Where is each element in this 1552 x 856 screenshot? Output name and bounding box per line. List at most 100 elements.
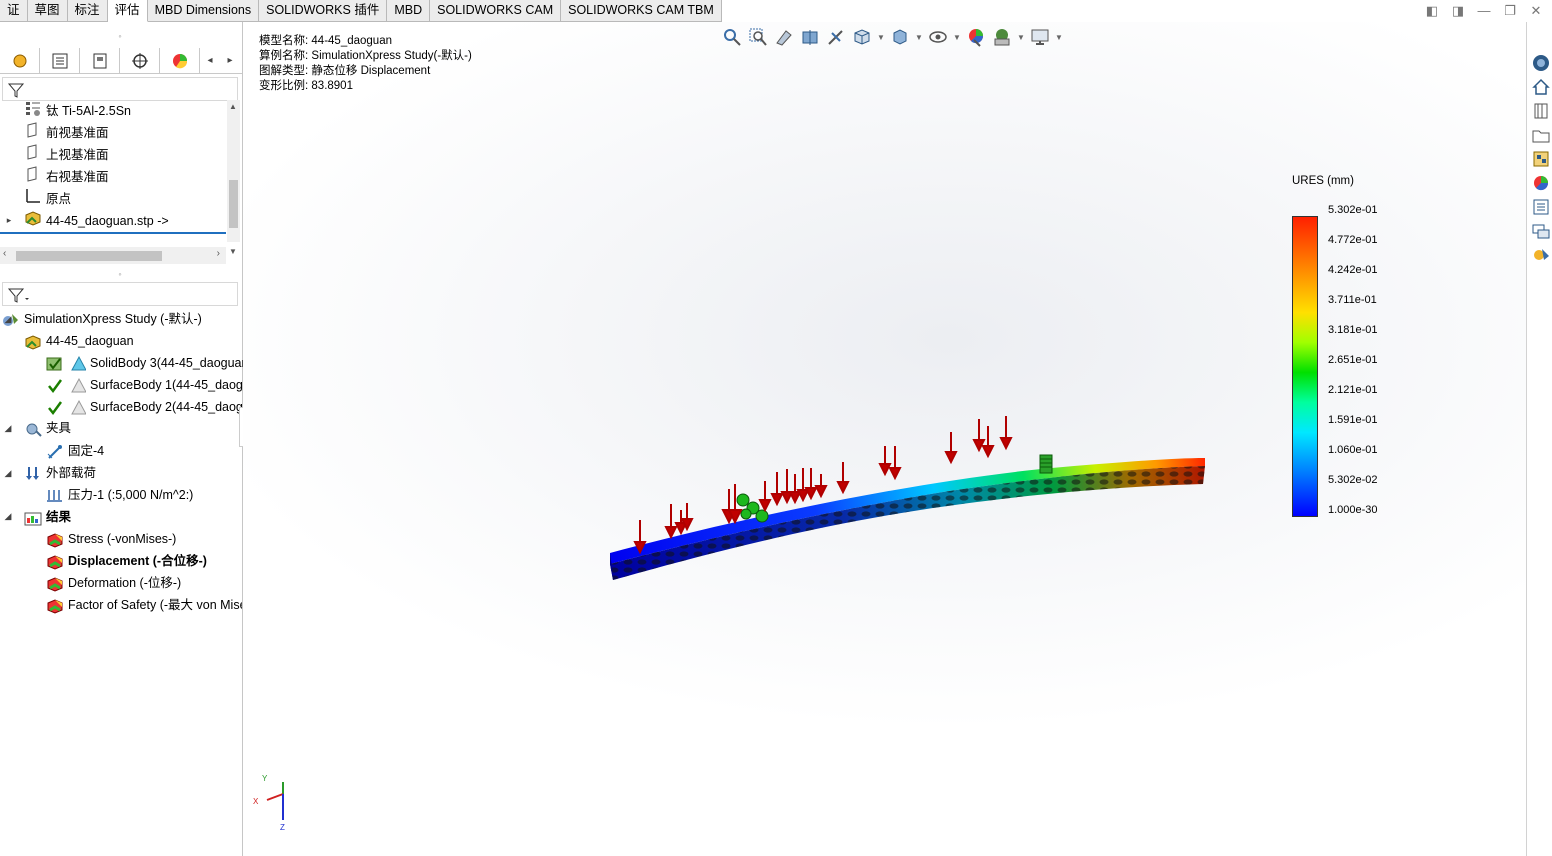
sim-filter[interactable] bbox=[2, 282, 238, 306]
result-stress[interactable]: Stress (-vonMises-) bbox=[46, 528, 176, 550]
fixtures-icon bbox=[26, 423, 42, 437]
legend-label: 1.591e-01 bbox=[1328, 414, 1378, 426]
displacement-plot-model[interactable] bbox=[243, 22, 1526, 856]
tab-5[interactable]: SOLIDWORKS 插件 bbox=[259, 0, 388, 22]
body-item-3[interactable]: SurfaceBody 2(44-45_daogu bbox=[46, 396, 250, 418]
part-item[interactable]: 44-45_daoguan bbox=[24, 330, 134, 352]
expand-part-icon[interactable]: ◢ bbox=[3, 314, 13, 325]
tree-horizontal-scrollbar[interactable]: ‹ › bbox=[0, 247, 226, 264]
resources-icon[interactable] bbox=[1530, 52, 1551, 73]
left-panel: ◦ ◂ ▸ 钛 Ti-5Al-2.5Sn 前视基准面 上视基准面 右视基准面 原点 44-… bbox=[0, 22, 250, 856]
result-plot-icon bbox=[47, 533, 63, 548]
feature-tree-item[interactable]: 上视基准面 bbox=[24, 144, 109, 166]
filter-icon bbox=[7, 288, 29, 303]
tab-8[interactable]: SOLIDWORKS CAM TBM bbox=[561, 0, 722, 22]
close-icon[interactable]: ✕ bbox=[1528, 3, 1544, 19]
tree-vertical-scrollbar[interactable]: ▲ ▼ bbox=[227, 100, 240, 256]
loads-item[interactable]: 外部载荷 bbox=[24, 462, 96, 484]
tile-right-icon[interactable]: ◨ bbox=[1450, 3, 1466, 19]
appearances-icon[interactable] bbox=[1530, 172, 1551, 193]
feature-tree-item[interactable]: 右视基准面 bbox=[24, 166, 109, 188]
tab-scroll-left-icon[interactable]: ◂ bbox=[200, 48, 220, 74]
custom-properties-icon[interactable] bbox=[1530, 196, 1551, 217]
simulation-xpress-icon[interactable] bbox=[1530, 244, 1551, 265]
panel-splitter[interactable]: ◦ bbox=[0, 268, 240, 280]
results-label: 结果 bbox=[46, 510, 72, 524]
plane-icon bbox=[24, 122, 42, 144]
forum-icon[interactable] bbox=[1530, 220, 1551, 241]
view-palette-icon[interactable] bbox=[1530, 148, 1551, 169]
tab-scroll-right-icon[interactable]: ▸ bbox=[220, 48, 240, 74]
load-item[interactable]: 压力-1 (:5,000 N/m^2:) bbox=[46, 484, 193, 506]
legend-label: 4.242e-01 bbox=[1328, 264, 1378, 276]
body-label: SurfaceBody 1(44-45_daogu bbox=[90, 378, 250, 392]
expand-fixtures-icon[interactable]: ◢ bbox=[3, 423, 13, 434]
material-icon bbox=[24, 100, 42, 122]
legend-title: URES (mm) bbox=[1292, 175, 1354, 187]
legend-label: 3.181e-01 bbox=[1328, 324, 1378, 336]
design-library-icon[interactable] bbox=[1530, 100, 1551, 121]
rollback-bar[interactable] bbox=[0, 232, 226, 234]
result-plot-icon bbox=[47, 599, 63, 614]
restore-icon[interactable]: ❐ bbox=[1502, 3, 1518, 19]
body-label: SolidBody 3(44-45_daoguan bbox=[90, 356, 249, 370]
property-manager-tab[interactable] bbox=[40, 48, 80, 74]
tab-1[interactable]: 草图 bbox=[27, 0, 68, 22]
legend-label: 3.711e-01 bbox=[1328, 294, 1377, 306]
pressure-icon bbox=[47, 489, 62, 502]
feature-tree-item[interactable]: 前视基准面 bbox=[24, 122, 109, 144]
feature-tree-item[interactable]: 原点 bbox=[24, 188, 71, 210]
file-explorer-icon[interactable] bbox=[1530, 124, 1551, 145]
fixtures-item[interactable]: 夹具 bbox=[24, 417, 71, 439]
study-item[interactable]: SimulationXpress Study (-默认-) bbox=[2, 308, 202, 330]
feature-tree-item[interactable]: 钛 Ti-5Al-2.5Sn bbox=[24, 100, 131, 122]
expand-results-icon[interactable]: ◢ bbox=[3, 511, 13, 522]
dimxpert-tab[interactable] bbox=[120, 48, 160, 74]
expand-loads-icon[interactable]: ◢ bbox=[3, 468, 13, 479]
tab-4[interactable]: MBD Dimensions bbox=[147, 0, 260, 22]
display-manager-tab[interactable] bbox=[160, 48, 200, 74]
filter-icon bbox=[7, 83, 25, 98]
configuration-manager-tab[interactable] bbox=[80, 48, 120, 74]
panel-grip[interactable]: ◦ bbox=[0, 30, 240, 42]
legend-label: 5.302e-01 bbox=[1328, 204, 1378, 216]
tab-6[interactable]: MBD bbox=[387, 0, 431, 22]
tab-7[interactable]: SOLIDWORKS CAM bbox=[430, 0, 562, 22]
fixed-geometry-icon bbox=[47, 444, 62, 459]
graphics-area[interactable]: 模型名称: 44-45_daoguan 算例名称: SimulationXpre… bbox=[243, 22, 1526, 856]
result-deformation[interactable]: Deformation (-位移-) bbox=[46, 572, 181, 594]
command-manager-tabbar: 证草图 标注 评估 MBD Dimensions SOLIDWORKS 插件 MBD SOL… bbox=[0, 0, 1552, 22]
tile-left-icon[interactable]: ◧ bbox=[1424, 3, 1440, 19]
manager-tabs: ◂ ▸ bbox=[0, 48, 242, 74]
window-controls: ◧ ◨ — ❐ ✕ bbox=[1424, 3, 1544, 19]
surface-body-icon bbox=[48, 377, 86, 393]
body-item-1[interactable]: SolidBody 3(44-45_daoguan bbox=[46, 352, 248, 374]
body-item-2[interactable]: SurfaceBody 1(44-45_daogu bbox=[46, 374, 250, 396]
coordinate-triad: Y X Z bbox=[253, 774, 285, 832]
fixture-item[interactable]: 固定-4 bbox=[46, 440, 104, 462]
body-label: SurfaceBody 2(44-45_daogu bbox=[90, 400, 250, 414]
feature-tree-item[interactable]: 44-45_daoguan.stp -> bbox=[24, 210, 169, 232]
loads-label: 外部载荷 bbox=[46, 466, 97, 480]
tab-3[interactable]: 评估 bbox=[107, 0, 148, 22]
results-item[interactable]: 结果 bbox=[24, 506, 71, 528]
expand-stp-icon[interactable]: ▸ bbox=[4, 215, 14, 226]
result-displacement[interactable]: Displacement (-合位移-) bbox=[46, 550, 207, 572]
fixtures-label: 夹具 bbox=[46, 421, 72, 435]
tab-2[interactable]: 标注 bbox=[67, 0, 108, 22]
feature-manager-tab[interactable] bbox=[0, 48, 40, 74]
part-icon bbox=[25, 335, 41, 350]
surface-body-icon bbox=[48, 399, 86, 415]
results-folder-icon bbox=[24, 512, 42, 526]
result-label: Stress (-vonMises-) bbox=[68, 532, 177, 546]
triad-z-label: Z bbox=[280, 823, 285, 832]
tab-0[interactable]: 证 bbox=[0, 0, 28, 22]
minimize-icon[interactable]: — bbox=[1476, 3, 1492, 19]
part-label: 44-45_daoguan bbox=[46, 334, 134, 348]
home-icon[interactable] bbox=[1530, 76, 1551, 97]
feature-filter[interactable] bbox=[2, 77, 238, 101]
fixture-label: 固定-4 bbox=[68, 444, 105, 458]
study-label: SimulationXpress Study (-默认-) bbox=[24, 312, 202, 326]
feature-tree-label: 右视基准面 bbox=[46, 170, 109, 184]
result-factor-of-safety[interactable]: Factor of Safety (-最大 von Mise bbox=[46, 594, 242, 616]
